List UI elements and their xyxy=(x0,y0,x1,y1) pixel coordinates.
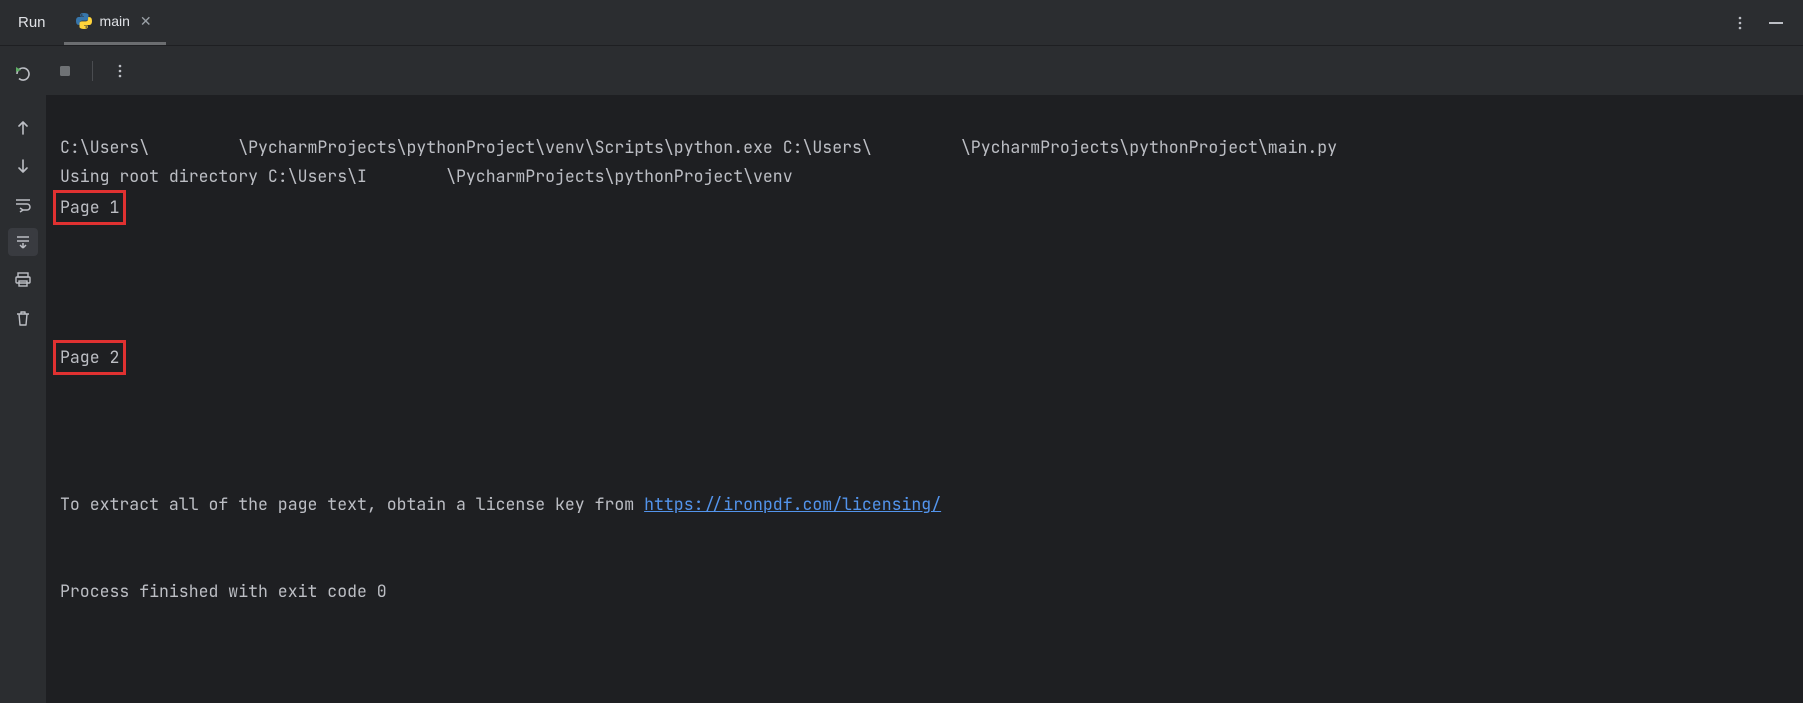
header-left: Run main ✕ xyxy=(0,0,166,45)
up-arrow-icon[interactable] xyxy=(8,114,38,142)
console-output[interactable]: C:\Users\ \PycharmProjects\pythonProject… xyxy=(46,96,1803,703)
trash-icon[interactable] xyxy=(8,304,38,332)
gutter xyxy=(0,46,46,703)
down-arrow-icon[interactable] xyxy=(8,152,38,180)
toolbar-separator xyxy=(92,61,93,81)
body-row: C:\Users\ \PycharmProjects\pythonProject… xyxy=(0,46,1803,703)
blank-line xyxy=(60,225,1803,254)
options-kebab-icon[interactable] xyxy=(1729,12,1751,34)
page1-highlight: Page 1 xyxy=(53,190,126,225)
soft-wrap-icon[interactable] xyxy=(8,190,38,218)
license-text: To extract all of the page text, obtain … xyxy=(60,493,644,515)
license-link[interactable]: https://ironpdf.com/licensing/ xyxy=(644,493,941,515)
tab-filename: main xyxy=(100,13,130,29)
window-controls xyxy=(1729,12,1795,34)
console-column: C:\Users\ \PycharmProjects\pythonProject… xyxy=(46,46,1803,703)
close-tab-icon[interactable]: ✕ xyxy=(138,13,154,30)
tab-main[interactable]: main ✕ xyxy=(64,0,166,45)
blank-line xyxy=(60,283,1803,312)
python-file-icon xyxy=(76,13,92,29)
minimize-icon[interactable] xyxy=(1765,12,1787,34)
exit-code-line: Process finished with exit code 0 xyxy=(60,580,387,602)
console-toolbar xyxy=(46,46,1803,96)
print-icon[interactable] xyxy=(8,266,38,294)
scroll-to-end-icon[interactable] xyxy=(8,228,38,256)
exec-line: C:\Users\ \PycharmProjects\pythonProject… xyxy=(60,136,1347,158)
run-tool-window: Run main ✕ xyxy=(0,0,1803,703)
rerun-icon[interactable] xyxy=(8,60,38,88)
blank-line xyxy=(60,375,1803,404)
blank-line xyxy=(60,519,1803,548)
header-bar: Run main ✕ xyxy=(0,0,1803,46)
more-kebab-icon[interactable] xyxy=(109,60,131,82)
blank-line xyxy=(60,433,1803,462)
root-dir-line: Using root directory C:\Users\I \Pycharm… xyxy=(60,165,793,187)
license-line: To extract all of the page text, obtain … xyxy=(60,493,941,515)
stop-icon[interactable] xyxy=(54,60,76,82)
run-tool-label[interactable]: Run xyxy=(0,0,64,45)
page2-highlight: Page 2 xyxy=(53,340,126,375)
